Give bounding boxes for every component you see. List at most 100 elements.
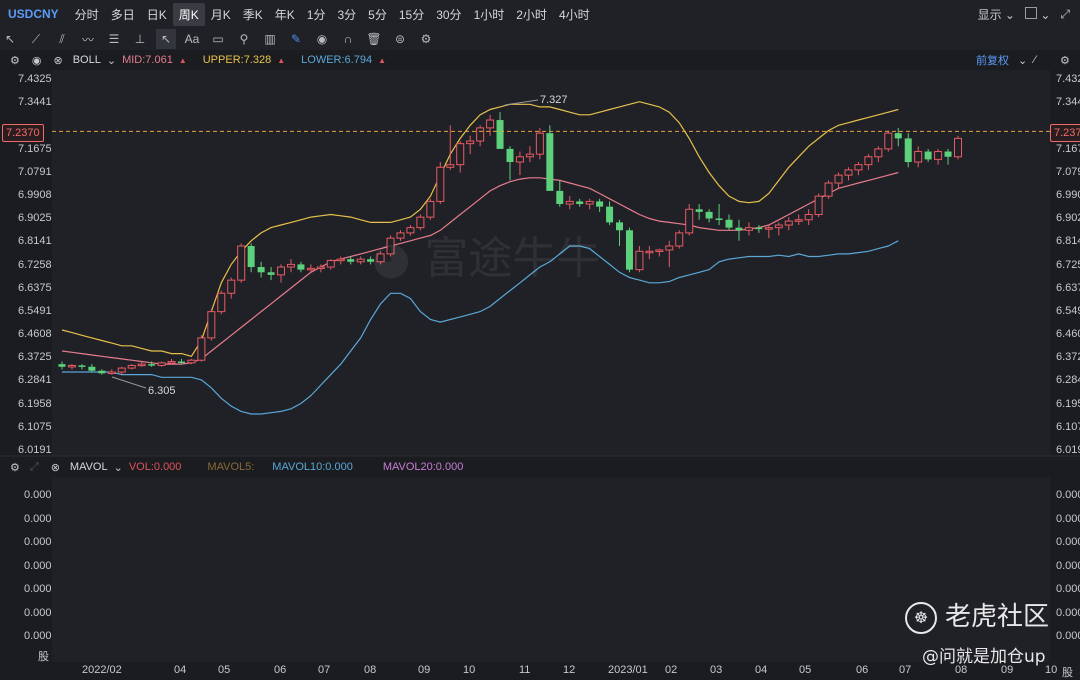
candle-body — [148, 364, 156, 366]
candle-body — [685, 208, 694, 234]
candle-body — [596, 201, 604, 207]
candle-body — [486, 119, 495, 129]
candle-body — [735, 227, 743, 231]
candle-body — [854, 164, 863, 171]
brand-text: 老虎社区 — [945, 602, 1050, 632]
candle-body — [894, 133, 902, 139]
low-annotation: 6.305 — [148, 385, 176, 397]
candle-body — [585, 200, 594, 205]
time-tick: 10 — [1045, 664, 1058, 676]
time-tick: 08 — [364, 664, 377, 676]
candle-body — [127, 364, 136, 369]
time-tick: 05 — [218, 664, 231, 676]
volume-indicator-name[interactable]: MAVOL — [70, 461, 108, 473]
candle-body — [316, 266, 325, 270]
candle-body — [137, 363, 146, 367]
volume-indicator-row: ⚙ ⤢ ⊗ MAVOL ⌄ VOL:0.000 MAVOL5: MAVOL10:… — [0, 458, 1080, 476]
user-watermark: @问就是加仓up — [922, 647, 1046, 667]
candle-body — [267, 272, 275, 275]
high-annotation: 7.327 — [540, 94, 568, 106]
volume-tick-left: 0.000 — [24, 630, 52, 642]
candle-body — [725, 219, 733, 228]
candle-body — [744, 227, 753, 231]
candle-body — [67, 364, 76, 368]
candle-body — [924, 151, 932, 160]
candle-body — [715, 218, 723, 220]
candle-body — [297, 264, 305, 270]
futu-logo-icon: ◕ — [372, 233, 411, 284]
mavol10-value: MAVOL10:0.000 — [272, 461, 353, 473]
time-tick: 2022/02 — [82, 664, 122, 676]
candle-body — [436, 166, 445, 202]
candle-body — [635, 250, 644, 271]
time-tick: 11 — [519, 664, 531, 676]
time-tick: 07 — [318, 664, 331, 676]
time-tick: 10 — [463, 664, 476, 676]
candle-body — [326, 259, 335, 268]
time-tick: 03 — [710, 664, 723, 676]
time-tick: 2023/01 — [608, 664, 648, 676]
candle-body — [655, 249, 664, 252]
volume-tick-right: 0.000 — [1056, 606, 1080, 619]
volume-tick-right: 0.000 — [1056, 630, 1080, 642]
candle-body — [496, 120, 504, 149]
volume-tick-left: 0.000 — [24, 512, 52, 525]
candle-body — [794, 219, 803, 222]
candle-body — [506, 148, 514, 163]
volume-tick-right: 0.000 — [1056, 489, 1080, 501]
candle-body — [466, 140, 475, 145]
candle-body — [695, 209, 703, 212]
candle-body — [705, 211, 713, 219]
futu-watermark: ◕ 富途牛牛 — [372, 222, 600, 286]
candle-body — [834, 174, 843, 184]
candle-body — [675, 232, 684, 247]
candle-body — [446, 164, 455, 168]
candle-body — [954, 137, 962, 158]
candle-body — [187, 359, 196, 364]
candle-body — [546, 133, 554, 191]
candle-body — [78, 365, 86, 367]
candle-body — [616, 222, 624, 231]
gear-icon[interactable]: ⚙ — [10, 461, 20, 474]
candle-body — [576, 201, 584, 205]
candle-body — [864, 156, 873, 166]
candle-body — [347, 259, 355, 262]
candle-body — [814, 195, 823, 216]
time-tick: 05 — [799, 664, 812, 676]
expand-icon[interactable]: ⤢ — [30, 461, 39, 474]
candle-body — [217, 292, 226, 313]
candle-body — [764, 227, 773, 230]
candle-body — [665, 245, 674, 251]
candle-body — [565, 200, 574, 205]
candle-body — [804, 214, 813, 221]
candle-body — [476, 127, 485, 142]
volume-tick-left: 0.000 — [24, 536, 52, 548]
volume-tick-right: 0.000 — [1056, 536, 1080, 548]
volume-unit-right: 股 — [1062, 667, 1073, 679]
candle-body — [237, 245, 246, 281]
candle-body — [884, 132, 893, 150]
time-tick: 06 — [274, 664, 287, 676]
close-icon[interactable]: ⊗ — [51, 461, 60, 474]
mavol5-value: MAVOL5: — [207, 461, 255, 473]
volume-tick-left: 0.000 — [24, 489, 52, 501]
time-tick: 06 — [856, 664, 869, 676]
time-tick: 04 — [174, 664, 187, 676]
candle-body — [556, 190, 564, 205]
candle-body — [904, 138, 912, 163]
candle-body — [525, 153, 534, 158]
candle-body — [625, 230, 633, 270]
candle-body — [456, 143, 465, 166]
candle-body — [774, 224, 783, 229]
chevron-down-icon[interactable]: ⌄ — [114, 461, 123, 474]
candle-body — [117, 367, 126, 373]
candle-body — [107, 371, 116, 375]
candle-body — [257, 267, 265, 273]
candle-body — [197, 337, 206, 361]
candle-body — [944, 151, 952, 157]
time-tick: 12 — [563, 664, 576, 676]
volume-panel-bg — [52, 477, 1050, 662]
time-tick: 02 — [665, 664, 678, 676]
candle-body — [157, 362, 166, 366]
time-tick: 07 — [899, 664, 912, 676]
